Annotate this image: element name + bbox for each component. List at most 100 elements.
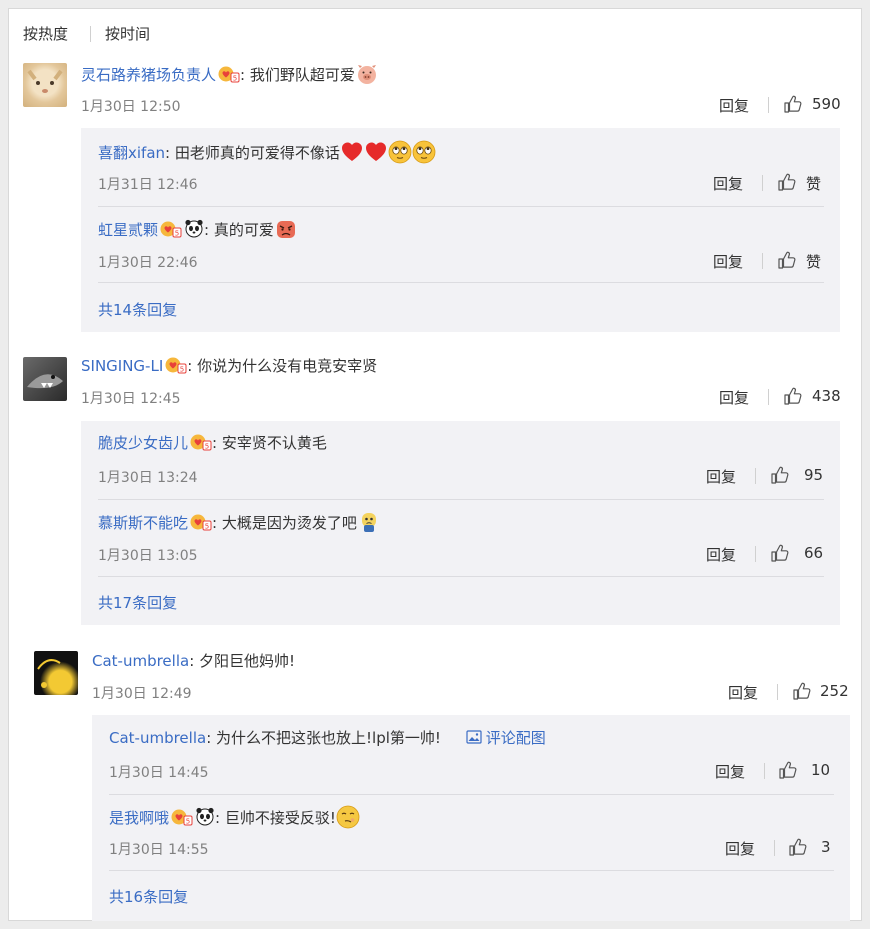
username-link[interactable]: 是我啊哦 xyxy=(109,809,169,827)
reply-button[interactable]: 回复 xyxy=(706,544,736,565)
tab-divider xyxy=(90,26,91,42)
thumbs-up-icon[interactable] xyxy=(777,172,797,192)
comment-body: Cat-umbrella: 夕阳巨他妈帅! xyxy=(92,652,296,670)
like-count: 10 xyxy=(811,761,831,779)
username-link[interactable]: 虹星贰颗 xyxy=(98,221,158,239)
avatar[interactable] xyxy=(23,357,67,401)
comment-image-link[interactable]: 评论配图 xyxy=(466,729,546,747)
reply-time: 1月30日 14:55 xyxy=(109,842,209,858)
panda-badge-icon xyxy=(184,218,204,238)
reply-body: 是我啊哦: 巨帅不接受反驳! xyxy=(109,805,360,829)
vip-badge-icon xyxy=(171,808,193,826)
comment-panel: 按热度 按时间 灵石路养猪场负责人: 我们野队超可爱 1月30日 12:50 回… xyxy=(8,8,862,921)
avatar[interactable] xyxy=(34,651,78,695)
action-divider xyxy=(762,253,763,269)
comment-image-label: 评论配图 xyxy=(485,729,546,747)
reply-divider xyxy=(98,282,824,283)
reply-time: 1月30日 14:45 xyxy=(109,765,209,781)
sad-guy-emoji-icon xyxy=(357,510,381,534)
comment-body: SINGING-LI: 你说为什么没有电竞安宰贤 xyxy=(81,356,378,375)
comment-time: 1月30日 12:50 xyxy=(81,99,181,115)
reply-text: 为什么不把这张也放上!lpl第一帅! xyxy=(216,729,441,747)
reply-button[interactable]: 回复 xyxy=(713,173,743,194)
action-divider xyxy=(774,840,775,856)
reply-button[interactable]: 回复 xyxy=(713,251,743,272)
thumbs-up-icon[interactable] xyxy=(783,94,803,114)
like-count: 95 xyxy=(804,466,824,484)
action-divider xyxy=(768,97,769,113)
cat-umbrella-avatar-icon xyxy=(37,659,61,688)
like-count: 590 xyxy=(812,95,841,113)
comment-time: 1月30日 12:49 xyxy=(92,686,192,702)
username-link[interactable]: SINGING-LI xyxy=(81,357,163,375)
comment-text: 夕阳巨他妈帅! xyxy=(199,652,296,670)
vip-badge-icon xyxy=(218,65,240,83)
comment-body: 灵石路养猪场负责人: 我们野队超可爱 xyxy=(81,62,379,86)
like-count: 3 xyxy=(821,838,831,856)
reply-divider xyxy=(98,576,824,577)
reply-button[interactable]: 回复 xyxy=(719,95,749,116)
roll-eyes-emoji-icon xyxy=(388,140,412,164)
more-replies-link[interactable]: 共14条回复 xyxy=(98,299,177,320)
username-link[interactable]: 脆皮少女齿儿 xyxy=(98,434,188,452)
vip-badge-icon xyxy=(165,356,187,374)
username-link[interactable]: 喜翻xifan xyxy=(98,144,165,162)
cat-avatar-icon xyxy=(27,69,63,93)
reply-text: 田老师真的可爱得不像话 xyxy=(174,144,340,162)
avatar[interactable] xyxy=(23,63,67,107)
vip-badge-icon xyxy=(190,433,212,451)
username-link[interactable]: Cat-umbrella xyxy=(92,652,189,670)
picture-icon xyxy=(466,730,482,744)
thumbs-up-icon[interactable] xyxy=(770,543,790,563)
thumbs-up-icon[interactable] xyxy=(778,760,798,780)
action-divider xyxy=(755,468,756,484)
reply-text: 巨帅不接受反驳! xyxy=(224,809,336,827)
reply-body: 慕斯斯不能吃: 大概是因为烫发了吧 xyxy=(98,510,381,534)
reply-button[interactable]: 回复 xyxy=(728,682,758,703)
reply-button[interactable]: 回复 xyxy=(725,838,755,859)
reply-divider xyxy=(109,870,834,871)
reply-text: 安宰贤不认黄毛 xyxy=(221,434,327,452)
smirk-emoji-icon xyxy=(336,805,360,829)
thumbs-up-icon[interactable] xyxy=(770,465,790,485)
sort-by-hot-tab[interactable]: 按热度 xyxy=(23,23,68,44)
action-divider xyxy=(764,763,765,779)
thumbs-up-icon[interactable] xyxy=(777,250,797,270)
reply-time: 1月30日 22:46 xyxy=(98,255,198,271)
reply-button[interactable]: 回复 xyxy=(715,761,745,782)
thumbs-up-icon[interactable] xyxy=(788,837,808,857)
like-count: 66 xyxy=(804,544,824,562)
thumbs-up-icon[interactable] xyxy=(792,681,812,701)
reply-button[interactable]: 回复 xyxy=(719,387,749,408)
action-divider xyxy=(755,546,756,562)
username-link[interactable]: Cat-umbrella xyxy=(109,729,206,747)
roll-eyes-emoji-icon xyxy=(412,140,436,164)
username-link[interactable]: 慕斯斯不能吃 xyxy=(98,514,188,532)
panda-badge-icon xyxy=(195,806,215,826)
reply-body: 虹星贰颗: 真的可爱 xyxy=(98,217,298,241)
reply-divider xyxy=(109,794,834,795)
angry-emoji-icon xyxy=(274,217,298,241)
vip-badge-icon xyxy=(190,513,212,531)
thumbs-up-icon[interactable] xyxy=(783,386,803,406)
comment-time: 1月30日 12:45 xyxy=(81,391,181,407)
vip-badge-icon xyxy=(160,220,182,238)
reply-box: 喜翻xifan: 田老师真的可爱得不像话 1月31日 12:46 回复 赞 虹星… xyxy=(81,128,840,332)
more-replies-link[interactable]: 共16条回复 xyxy=(109,886,188,907)
reply-time: 1月30日 13:24 xyxy=(98,470,198,486)
shark-avatar-icon xyxy=(27,374,63,389)
action-divider xyxy=(777,684,778,700)
reply-button[interactable]: 回复 xyxy=(706,466,736,487)
pig-emoji-icon xyxy=(355,62,379,86)
reply-time: 1月30日 13:05 xyxy=(98,548,198,564)
reply-body: Cat-umbrella: 为什么不把这张也放上!lpl第一帅! 评论配图 xyxy=(109,729,546,747)
username-link[interactable]: 灵石路养猪场负责人 xyxy=(81,66,216,84)
action-divider xyxy=(762,175,763,191)
reply-body: 脆皮少女齿儿: 安宰贤不认黄毛 xyxy=(98,433,327,452)
reply-text: 真的可爱 xyxy=(213,221,274,239)
reply-text: 大概是因为烫发了吧 xyxy=(221,514,357,532)
sort-by-time-tab[interactable]: 按时间 xyxy=(105,23,150,44)
reply-divider xyxy=(98,499,824,500)
like-count: 438 xyxy=(812,387,841,405)
more-replies-link[interactable]: 共17条回复 xyxy=(98,592,177,613)
